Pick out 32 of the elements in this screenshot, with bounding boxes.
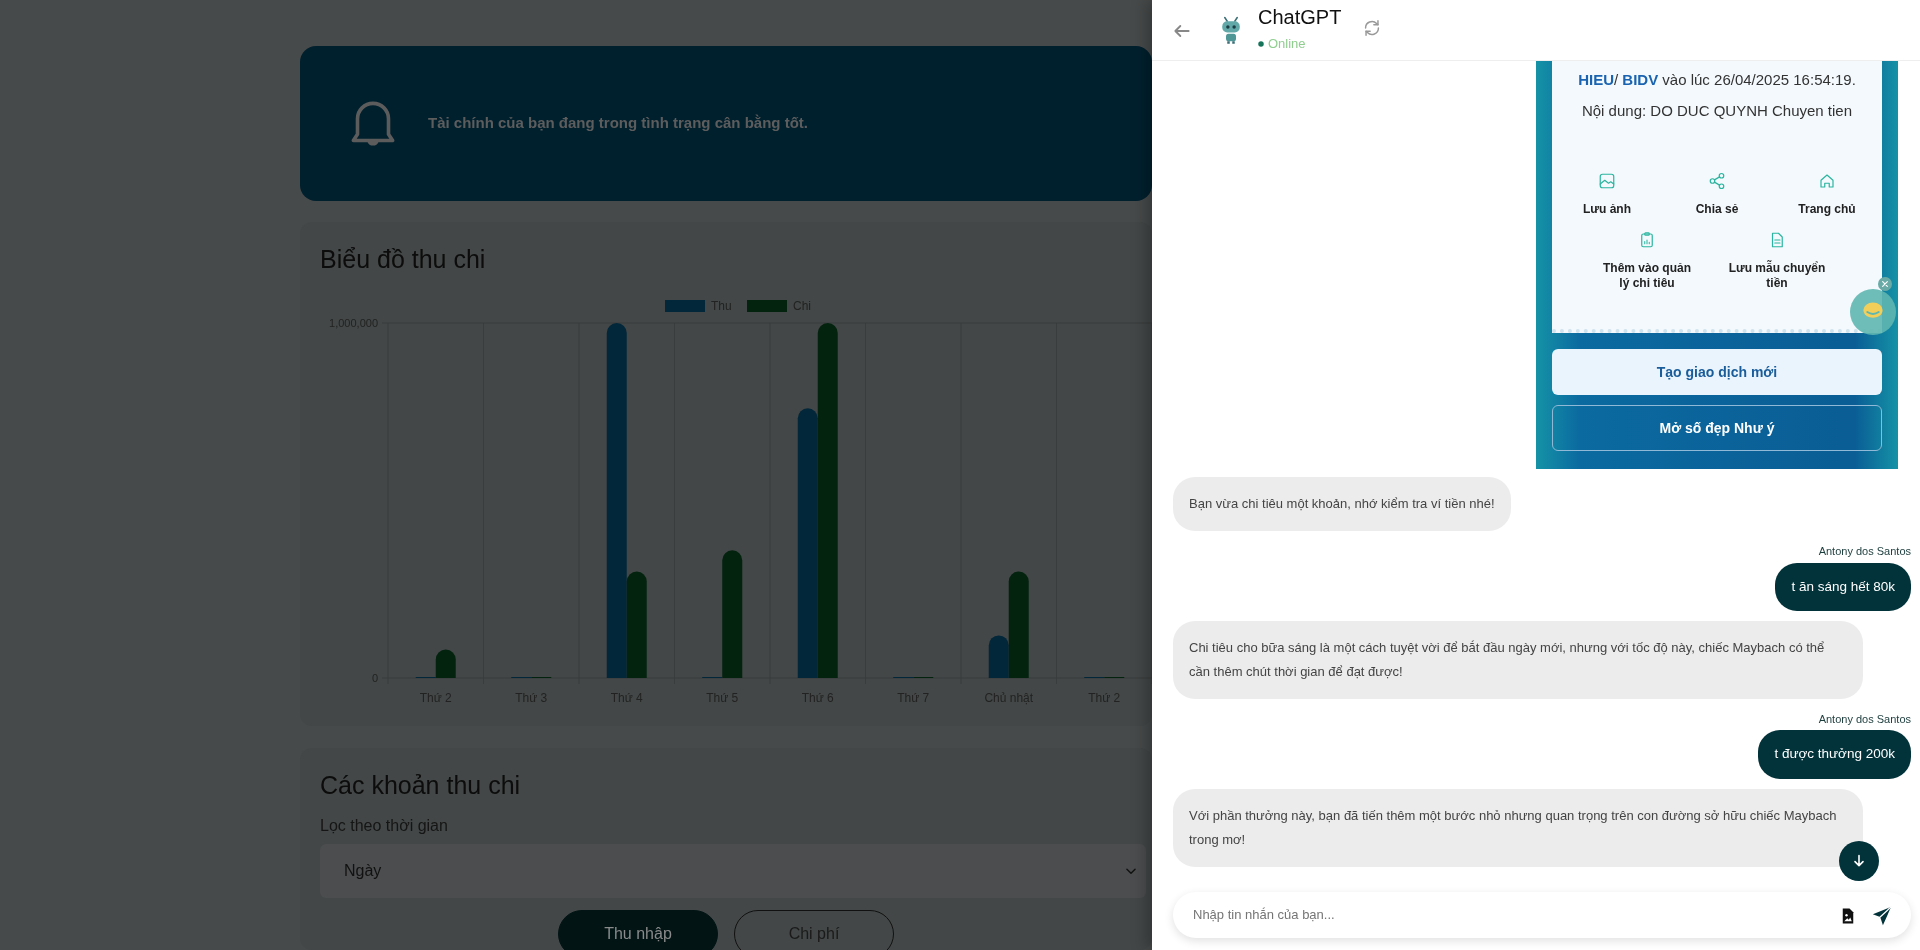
chat-title: ChatGPT <box>1258 6 1342 29</box>
bot-message: Với phần thưởng này, bạn đã tiến thêm một bước nhỏ nhưng quan trọng trên con đường sở hữu chiếc Maybach trong mơ! <box>1173 788 1863 867</box>
status-text: Online <box>1268 35 1306 54</box>
clipboard-icon <box>1638 231 1656 249</box>
share-icon <box>1708 172 1726 190</box>
user-message: t được thưởng 200k <box>1758 730 1911 779</box>
receipt-action[interactable]: Lưu mẫu chuyển tiền <box>1727 231 1827 291</box>
receipt-button[interactable]: Tạo giao dịch mới <box>1552 349 1882 395</box>
receipt-text: HIEU/ BIDV vào lúc 26/04/2025 16:54:19. <box>1577 70 1857 90</box>
type-tab[interactable]: Thu nhập <box>558 910 718 950</box>
image-icon <box>1598 172 1616 190</box>
receipt-action[interactable]: Trang chủ <box>1782 172 1872 217</box>
arrow-down-icon <box>1851 853 1867 869</box>
user-message: t ăn sáng hết 80k <box>1775 562 1911 611</box>
section-title: Các khoản thu chi <box>320 770 522 800</box>
scroll-down-button[interactable] <box>1839 841 1879 881</box>
home-icon <box>1818 172 1836 190</box>
sender-name: Antony dos Santos <box>1817 544 1911 560</box>
receipt-action[interactable]: Thêm vào quản lý chi tiêu <box>1597 231 1697 291</box>
receipt-text: Nội dung: DO DUC QUYNH Chuyen tien <box>1580 100 1854 121</box>
bot-message: Bạn vừa chi tiêu một khoản, nhớ kiểm tra ví tiền nhé! <box>1173 477 1511 532</box>
receipt-action[interactable]: Chia sẻ <box>1672 172 1762 217</box>
bot-message: Chi tiêu cho bữa sáng là một cách tuyệt vời để bắt đầu ngày mới, nhưng với tốc độ này, chiếc Maybach có thể cần thêm chút thời gian để đạt được! <box>1173 620 1863 699</box>
receipt-button[interactable]: Mở số đẹp Như ý <box>1552 405 1882 451</box>
message-input[interactable]: Nhập tin nhắn của bạn... <box>1191 904 1831 926</box>
status-dot-icon <box>1258 41 1264 47</box>
chat-widget-icon <box>1850 289 1896 335</box>
banner-message: Tài chính của bạn đang trong tình trạng cân bằng tốt. <box>428 113 808 134</box>
chart-title: Biểu đồ thu chi <box>320 244 487 274</box>
send-icon <box>1871 904 1893 927</box>
receipt-action[interactable]: Lưu ảnh <box>1562 172 1652 217</box>
sender-name: Antony dos Santos <box>1817 711 1911 727</box>
